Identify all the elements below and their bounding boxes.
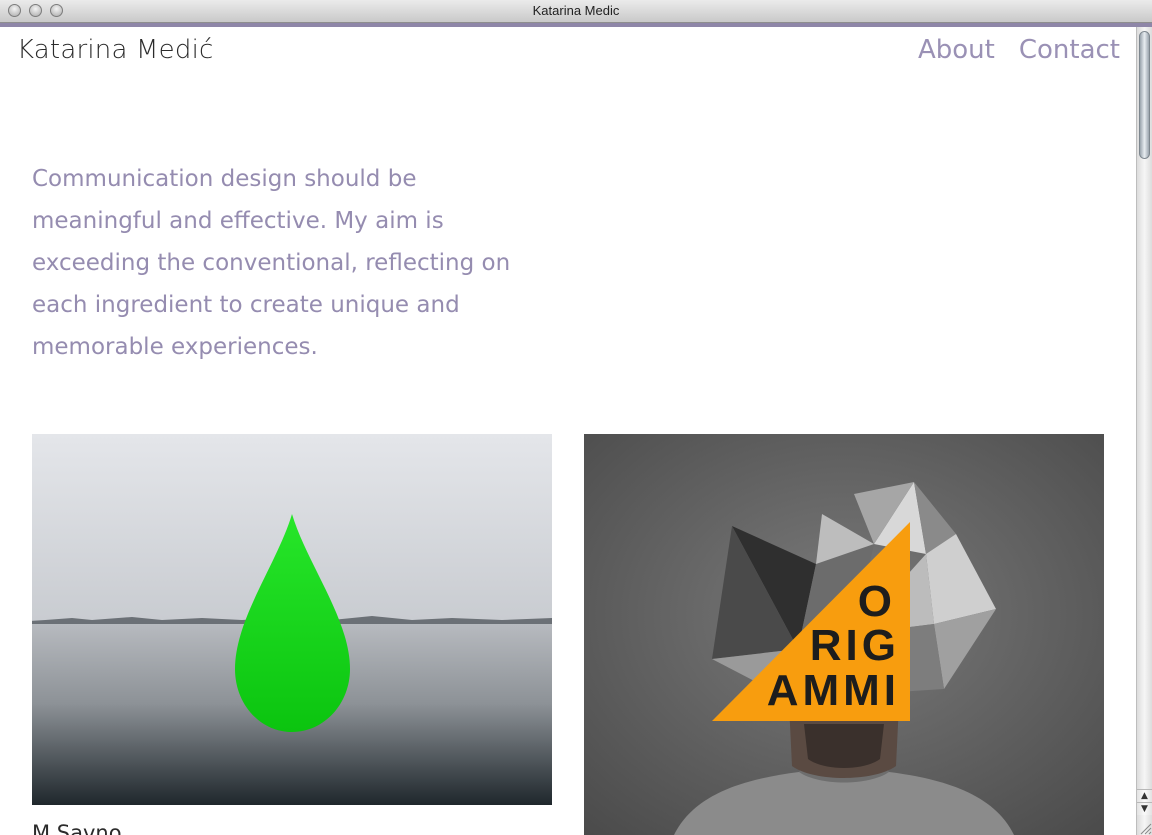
triangle-up-icon[interactable]: ▲	[1137, 789, 1152, 802]
main-nav: About Contact	[918, 35, 1120, 65]
site-brand[interactable]: Katarina Medić	[17, 35, 214, 65]
project-card-msavno[interactable]: M Savno	[32, 434, 552, 835]
origammi-logo-letter-row-1: O	[858, 577, 896, 626]
origami-image: O RIG AMMI	[584, 434, 1104, 835]
nav-link-contact[interactable]: Contact	[1019, 35, 1120, 65]
title-bar: Katarina Medic	[0, 0, 1152, 23]
browser-window: Katarina Medic Katarina Medić About Cont…	[0, 0, 1152, 835]
page-content: Katarina Medić About Contact Communicati…	[0, 27, 1136, 835]
origammi-logo-letter-row-3: AMMI	[767, 666, 900, 715]
scrollbar-thumb[interactable]	[1139, 31, 1150, 159]
resize-grip-icon[interactable]	[1138, 819, 1152, 835]
project-thumbnail-lake[interactable]	[32, 434, 552, 805]
project-card-origammi[interactable]: O RIG AMMI	[584, 434, 1104, 835]
triangle-down-icon[interactable]: ▼	[1137, 802, 1152, 815]
project-thumbnail-origami[interactable]: O RIG AMMI	[584, 434, 1104, 835]
origammi-logo-letter-row-2: RIG	[810, 621, 900, 670]
lake-drop-image	[32, 434, 552, 805]
vertical-scrollbar[interactable]: ▲ ▼	[1136, 27, 1152, 835]
nav-link-about[interactable]: About	[918, 35, 995, 65]
intro-statement: Communication design should be meaningfu…	[32, 166, 511, 360]
project-caption[interactable]: M Savno	[32, 821, 552, 835]
window-title: Katarina Medic	[532, 3, 620, 18]
